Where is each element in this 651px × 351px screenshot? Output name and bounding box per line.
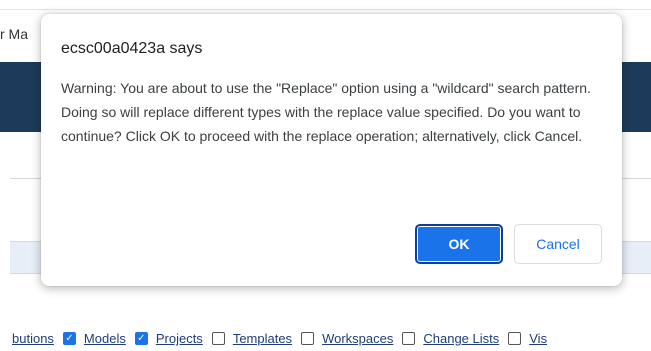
change-lists-checkbox[interactable]	[402, 332, 416, 345]
filter-label-workspaces[interactable]: Workspaces	[322, 331, 393, 346]
filter-label-distributions[interactable]: butions	[12, 331, 54, 346]
filter-label-projects[interactable]: Projects	[156, 331, 203, 346]
vis-checkbox[interactable]	[508, 332, 522, 345]
dialog-message: Warning: You are about to use the "Repla…	[61, 80, 591, 144]
filter-label-models[interactable]: Models	[84, 331, 126, 346]
filter-item-templates[interactable]: Templates	[211, 331, 292, 346]
filter-item-workspaces[interactable]: Workspaces	[301, 331, 393, 346]
ok-button[interactable]: OK	[415, 224, 503, 264]
filter-item-vis[interactable]: Vis	[508, 331, 547, 346]
page-top-divider	[0, 9, 651, 10]
filter-item-distributions[interactable]: butions	[12, 331, 54, 346]
confirm-dialog: ecsc00a0423a says Warning: You are about…	[41, 14, 622, 286]
filter-item-projects[interactable]: ✓ Projects	[134, 331, 203, 346]
filter-label-change-lists[interactable]: Change Lists	[423, 331, 499, 346]
models-checkbox[interactable]: ✓	[62, 332, 76, 345]
cancel-button[interactable]: Cancel	[514, 224, 602, 264]
filter-checkbox-row: butions ✓ Models ✓ Projects Templates Wo…	[0, 329, 651, 351]
workspaces-checkbox[interactable]	[301, 332, 315, 345]
filter-item-models[interactable]: ✓ Models	[62, 331, 126, 346]
projects-checkbox[interactable]: ✓	[134, 332, 148, 345]
filter-label-templates[interactable]: Templates	[233, 331, 292, 346]
dialog-title: ecsc00a0423a says	[61, 40, 203, 57]
filter-label-vis[interactable]: Vis	[529, 331, 547, 346]
templates-checkbox[interactable]	[211, 332, 225, 345]
page-title-fragment: r Ma	[0, 26, 28, 42]
filter-item-change-lists[interactable]: Change Lists	[402, 331, 499, 346]
